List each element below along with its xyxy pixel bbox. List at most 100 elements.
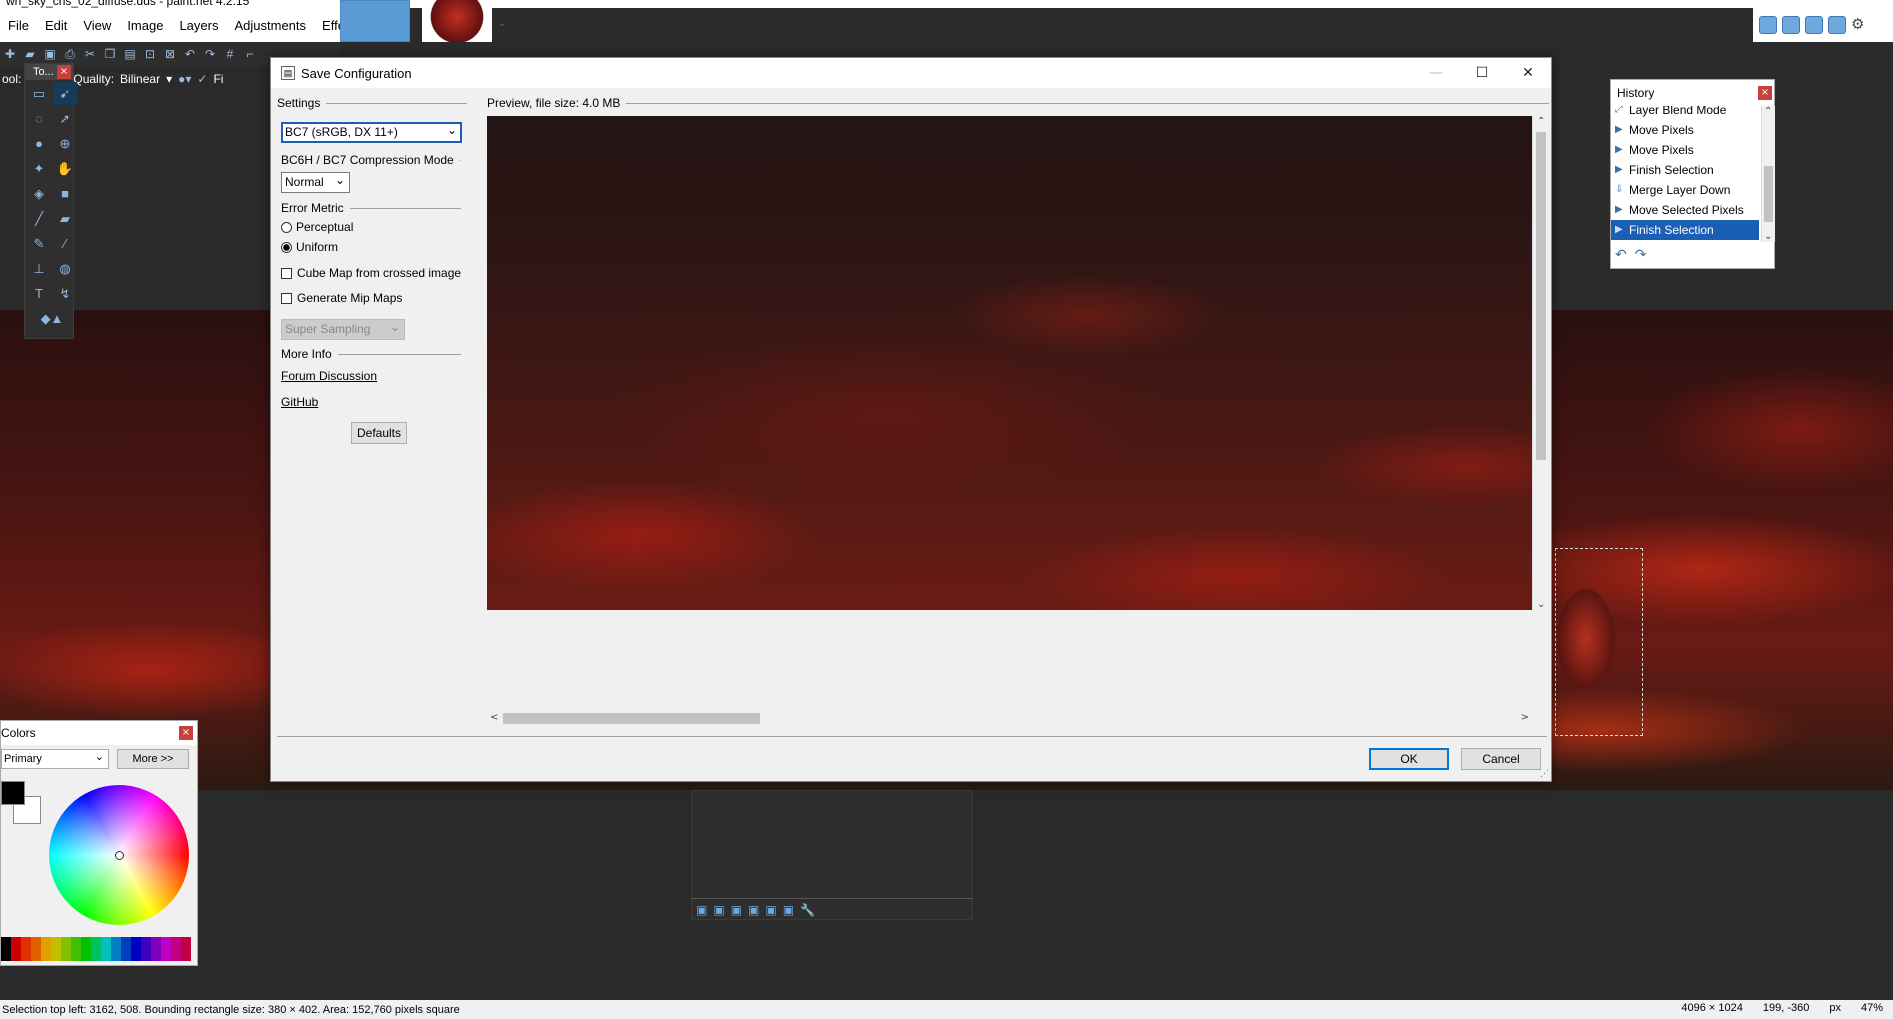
github-link[interactable]: GitHub [281, 395, 318, 409]
checkbox-box[interactable] [281, 267, 292, 279]
recolor-icon[interactable]: ◍ [53, 257, 77, 280]
paint-bucket-icon[interactable]: ◈ [27, 182, 51, 205]
ellipse-select-icon[interactable]: ● [27, 132, 51, 155]
menu-image[interactable]: Image [119, 18, 171, 33]
format-select[interactable]: BC7 (sRGB, DX 11+) [281, 121, 462, 143]
mip-maps-checkbox[interactable]: Generate Mip Maps [281, 291, 402, 305]
history-scrollbar[interactable]: ⌃ ⌄ [1761, 106, 1775, 242]
zoom-icon[interactable]: ⊕ [53, 132, 77, 155]
save-icon[interactable]: ▣ [42, 46, 58, 62]
move-layer-up-icon[interactable]: ▣ [765, 903, 776, 917]
history-item[interactable]: ▶ Move Pixels [1611, 120, 1759, 140]
color-picker-icon[interactable]: ⁄ [53, 232, 77, 255]
color-wheel[interactable] [49, 785, 189, 925]
merge-layer-icon[interactable]: ▣ [748, 903, 759, 917]
quality-dropdown-icon[interactable]: ▾ [166, 72, 172, 86]
text-icon[interactable]: T [27, 282, 51, 305]
layers-window-icon[interactable] [1805, 16, 1823, 34]
scroll-down-icon[interactable]: ⌄ [1537, 599, 1545, 610]
history-item[interactable]: ⤢ Layer Blend Mode [1611, 106, 1759, 120]
maximize-icon[interactable]: ☐ [1459, 58, 1505, 88]
cube-map-checkbox[interactable]: Cube Map from crossed image [281, 266, 461, 280]
image-tab-2[interactable] [422, 0, 492, 42]
vertical-scroll-thumb[interactable] [1536, 132, 1546, 460]
primary-color-swatch[interactable] [1, 781, 25, 805]
cut-icon[interactable]: ✂ [82, 46, 98, 62]
lasso-select-icon[interactable]: ◌ [27, 107, 51, 130]
colors-window-icon[interactable] [1828, 16, 1846, 34]
cancel-button[interactable]: Cancel [1461, 748, 1541, 770]
tab-dropdown-icon[interactable]: ⌄ [498, 18, 506, 29]
history-scroll-thumb[interactable] [1764, 166, 1773, 222]
tools-window-icon[interactable] [1759, 16, 1777, 34]
shapes-icon[interactable]: ◆▲ [27, 307, 77, 330]
preview-vertical-scrollbar[interactable]: ⌃ ⌄ [1532, 116, 1549, 610]
scroll-down-icon[interactable]: ⌄ [1764, 231, 1772, 242]
color-wheel-cursor[interactable] [115, 851, 124, 860]
close-icon[interactable]: × [57, 65, 71, 79]
radio-indicator[interactable] [281, 241, 292, 253]
scroll-up-icon[interactable]: ⌃ [1537, 116, 1545, 127]
ok-button[interactable]: OK [1369, 748, 1449, 770]
pencil-icon[interactable]: ✎ [27, 232, 51, 255]
move-selected-icon[interactable]: ➹ [53, 82, 77, 105]
perceptual-radio[interactable]: Perceptual [281, 220, 353, 234]
scroll-left-icon[interactable]: < [490, 712, 498, 723]
move-layer-down-icon[interactable]: ▣ [783, 903, 794, 917]
close-icon[interactable]: × [1758, 86, 1772, 100]
sampling-icon[interactable]: ●▾ [178, 72, 191, 86]
history-item[interactable]: ▶ Move Pixels [1611, 140, 1759, 160]
pan-icon[interactable]: ✋ [53, 157, 77, 180]
uniform-radio[interactable]: Uniform [281, 240, 338, 254]
magic-wand-icon[interactable]: ✦ [27, 157, 51, 180]
color-palette[interactable] [1, 937, 191, 961]
scroll-right-icon[interactable]: > [1521, 712, 1529, 723]
rectangle-select-icon[interactable]: ▭ [27, 82, 51, 105]
checkmark-icon[interactable]: ✓ [197, 72, 207, 86]
quality-select[interactable]: Bilinear [120, 72, 160, 86]
selection-marquee[interactable] [1555, 548, 1643, 736]
copy-icon[interactable]: ❐ [102, 46, 118, 62]
image-tab-1[interactable] [340, 0, 410, 42]
line-curve-icon[interactable]: ↯ [53, 282, 77, 305]
history-item[interactable]: ▶ Finish Selection [1611, 160, 1759, 180]
grid-icon[interactable]: # [222, 46, 238, 62]
ruler-icon[interactable]: ⌐ [242, 46, 258, 62]
history-item-selected[interactable]: ▶ Finish Selection [1611, 219, 1759, 241]
menu-layers[interactable]: Layers [171, 18, 226, 33]
gradient-icon[interactable]: ■ [53, 182, 77, 205]
redo-icon[interactable]: ↷ [1635, 246, 1647, 263]
delete-layer-icon[interactable]: ▣ [713, 903, 724, 917]
minimize-icon[interactable]: — [1413, 58, 1459, 88]
unit-select[interactable]: px [1829, 1002, 1841, 1014]
preview-image[interactable] [487, 116, 1532, 610]
resize-grip-icon[interactable]: ⋰ [1540, 768, 1549, 779]
deselect-icon[interactable]: ⊠ [162, 46, 178, 62]
menu-view[interactable]: View [75, 18, 119, 33]
gear-icon[interactable]: ⚙ [1851, 16, 1869, 34]
print-icon[interactable]: ⎙ [62, 46, 78, 62]
close-icon[interactable]: × [179, 726, 193, 740]
finish-label[interactable]: Fi [213, 72, 223, 86]
sampling-select[interactable]: Super Sampling [281, 318, 405, 340]
menu-file[interactable]: File [0, 18, 37, 33]
paste-icon[interactable]: ▤ [122, 46, 138, 62]
forum-discussion-link[interactable]: Forum Discussion [281, 369, 377, 383]
horizontal-scroll-thumb[interactable] [503, 713, 760, 724]
menu-edit[interactable]: Edit [37, 18, 75, 33]
close-icon[interactable]: ✕ [1505, 58, 1551, 88]
undo-icon[interactable]: ↶ [182, 46, 198, 62]
more-colors-button[interactable]: More >> [117, 749, 189, 769]
clone-stamp-icon[interactable]: ⊥ [27, 257, 51, 280]
paintbrush-icon[interactable]: ╱ [27, 207, 51, 230]
layer-properties-icon[interactable]: 🔧 [800, 903, 815, 917]
scroll-up-icon[interactable]: ⌃ [1764, 106, 1772, 117]
preview-horizontal-scrollbar[interactable]: < > [487, 710, 1532, 727]
history-item[interactable]: ⇩ Merge Layer Down [1611, 180, 1759, 200]
eraser-icon[interactable]: ▰ [53, 207, 77, 230]
menu-adjustments[interactable]: Adjustments [226, 18, 314, 33]
undo-icon[interactable]: ↶ [1615, 246, 1627, 263]
radio-indicator[interactable] [281, 221, 292, 233]
compression-mode-select[interactable]: Normal [281, 171, 350, 193]
crop-icon[interactable]: ⊡ [142, 46, 158, 62]
